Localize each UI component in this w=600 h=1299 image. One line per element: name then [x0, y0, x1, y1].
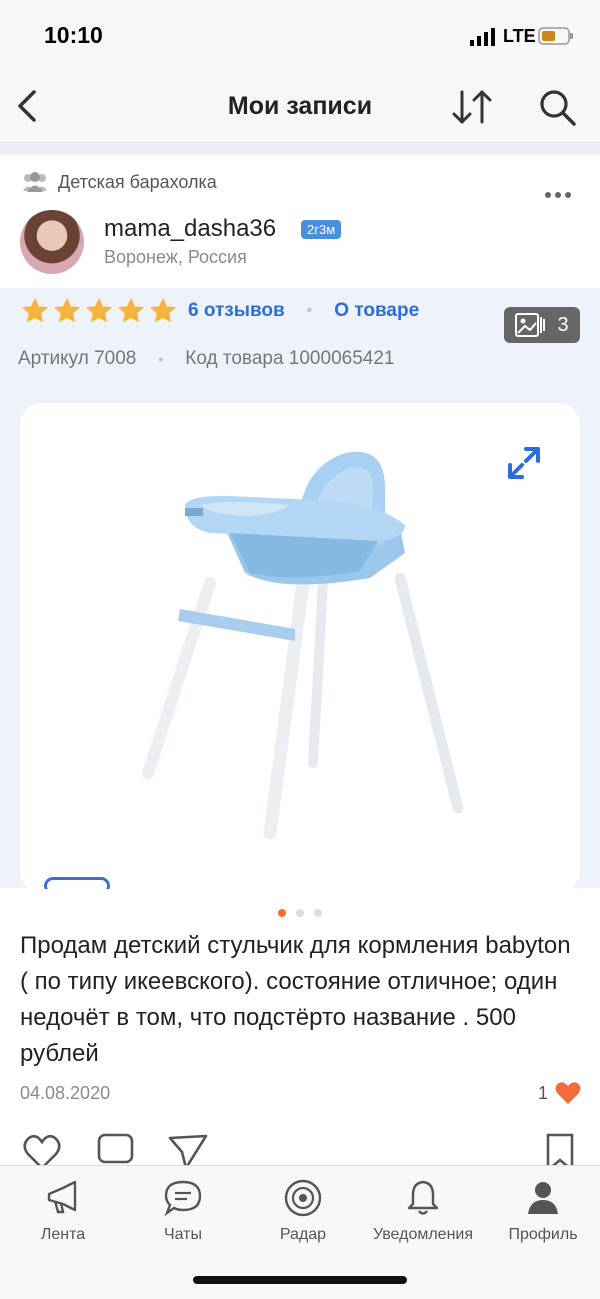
tab-radar[interactable]: Радар	[248, 1178, 358, 1244]
tab-feed[interactable]: Лента	[8, 1178, 118, 1244]
post-actions	[0, 1132, 600, 1165]
star-icon	[148, 296, 178, 326]
carousel-dot	[296, 909, 304, 917]
separator-dot: •	[158, 351, 164, 367]
gallery-icon	[515, 313, 546, 337]
separator-dot: •	[306, 302, 313, 319]
tab-label: Профиль	[508, 1226, 578, 1243]
star-icon	[116, 296, 146, 326]
section-divider	[0, 143, 600, 155]
author-location: Воронеж, Россия	[104, 247, 247, 267]
more-options-icon[interactable]	[543, 185, 573, 205]
reviews-link[interactable]: 6 отзывов	[188, 300, 285, 322]
account-age-badge: 2г3м	[301, 220, 342, 239]
network-label: LTE	[503, 26, 536, 46]
sort-icon[interactable]	[448, 86, 496, 128]
star-icon	[52, 296, 82, 326]
tab-notifications[interactable]: Уведомления	[368, 1178, 478, 1244]
star-icon	[20, 296, 50, 326]
product-codes: Артикул 7008 • Код товара 1000065421	[18, 348, 394, 370]
tab-chats[interactable]: Чаты	[128, 1178, 238, 1244]
community-name: Детская барахолка	[58, 171, 217, 192]
product-image-card[interactable]	[20, 403, 580, 893]
carousel-dots	[278, 909, 332, 917]
rating-stars	[20, 296, 180, 326]
status-time: 10:10	[44, 22, 103, 48]
expand-icon[interactable]	[502, 441, 546, 485]
tab-label: Уведомления	[372, 1226, 474, 1243]
chat-bubble-icon	[164, 1180, 202, 1217]
tab-label: Лента	[40, 1226, 86, 1243]
bookmark-icon[interactable]	[540, 1132, 580, 1165]
like-count: 1	[538, 1083, 549, 1103]
battery-icon	[538, 27, 573, 45]
thumbnail-active[interactable]	[44, 877, 110, 889]
tab-label: Радар	[279, 1226, 327, 1243]
signal-icon	[470, 28, 495, 46]
tab-profile[interactable]: Профиль	[488, 1178, 598, 1244]
group-icon	[23, 172, 47, 192]
search-icon[interactable]	[536, 86, 578, 128]
carousel-dot	[314, 909, 322, 917]
post-card: Детская барахолка mama_dasha36 2г3м Воро…	[0, 155, 600, 1165]
post-date: 04.08.2020	[20, 1083, 111, 1103]
app-header: Мои записи	[0, 72, 600, 143]
person-icon	[528, 1182, 558, 1214]
carousel-dot-active	[278, 909, 286, 917]
product-code: Код товара 1000065421	[185, 348, 395, 369]
avatar[interactable]	[20, 210, 84, 274]
photo-count: 3	[557, 313, 569, 336]
comment-icon[interactable]	[96, 1132, 136, 1165]
article-number: Артикул 7008	[18, 348, 137, 369]
like-heart-icon[interactable]	[22, 1132, 62, 1165]
photo-count-badge[interactable]: 3	[504, 307, 580, 343]
radar-icon	[284, 1179, 322, 1217]
author-username[interactable]: mama_dasha36	[104, 215, 276, 243]
post-description: Продам детский стульчик для кормления ba…	[20, 932, 571, 1067]
star-icon	[84, 296, 114, 326]
about-product-link[interactable]: О товаре	[334, 300, 419, 322]
share-icon[interactable]	[168, 1132, 208, 1165]
tab-label: Чаты	[163, 1226, 203, 1243]
home-indicator	[193, 1276, 407, 1284]
heart-filled-icon[interactable]	[555, 1081, 581, 1105]
megaphone-icon	[47, 1180, 77, 1214]
rating-row: 6 отзывов • О товаре	[20, 295, 419, 327]
high-chair-image	[142, 451, 464, 840]
page-title: Мои записи	[227, 92, 373, 120]
thumbnail-strip	[20, 877, 580, 889]
status-bar: 10:10 LTE	[0, 0, 600, 72]
bell-icon	[407, 1180, 439, 1215]
community-link[interactable]: Детская барахолка	[20, 169, 217, 195]
